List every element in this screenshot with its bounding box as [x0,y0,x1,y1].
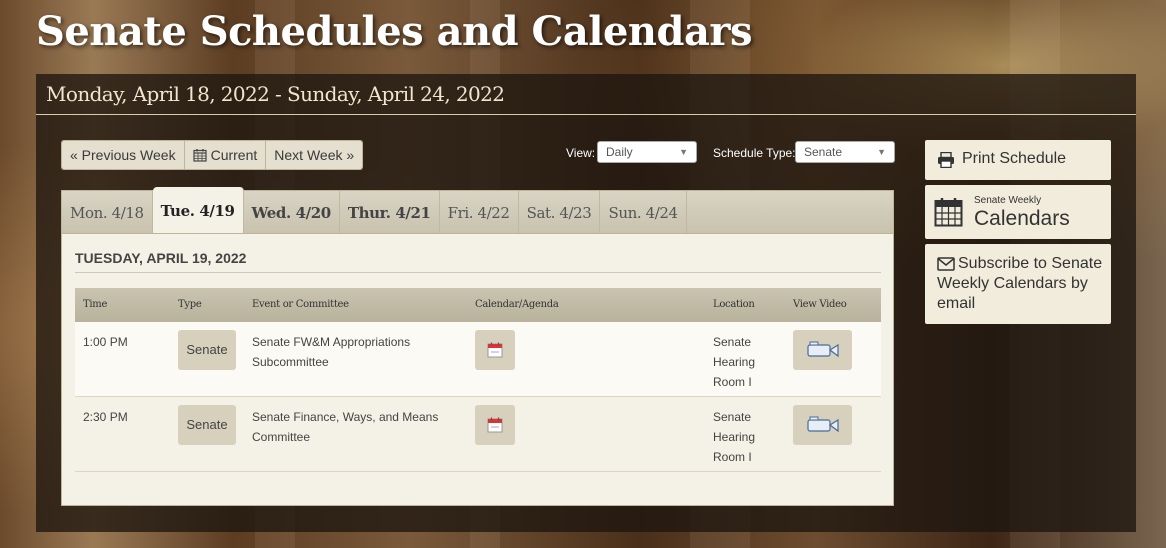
weekly-calendars-small-label: Senate Weekly [974,195,1042,206]
schedule-type-value: Senate [804,145,843,159]
calendar-icon [487,342,503,358]
chevron-down-icon: ▼ [679,147,688,157]
printer-icon [938,152,954,168]
table-row: 1:00 PM Senate Senate FW&M Appropriation… [75,322,881,397]
print-schedule-button[interactable]: Print Schedule [925,140,1111,180]
subscribe-line: Weekly Calendars by [937,275,1088,292]
location-line: Senate [713,410,752,424]
subscribe-label: Subscribe to Senate Weekly Calendars by … [937,254,1102,314]
video-camera-icon [806,341,839,358]
event-line: Senate Finance, Ways, and Means [252,410,439,424]
divider [75,272,881,273]
agenda-button[interactable] [475,405,515,445]
type-button[interactable]: Senate [178,405,236,445]
weekly-calendars-button[interactable]: Senate Weekly Calendars [925,185,1111,239]
schedule-type-label: Schedule Type: [713,146,796,160]
header-calendar: Calendar/Agenda [475,299,559,310]
view-select-value: Daily [606,145,633,159]
day-heading: TUESDAY, APRIL 19, 2022 [75,250,247,266]
location-line: Hearing [713,355,756,369]
schedule-type-select[interactable]: Senate ▼ [795,141,895,163]
location-line: Senate [713,335,752,349]
row-time: 2:30 PM [83,410,128,424]
tab-thu[interactable]: Thur. 4/21 [340,191,440,233]
row-location: Senate Hearing Room I [713,407,755,467]
header-video: View Video [793,299,847,310]
row-event: Senate Finance, Ways, and Means Committe… [252,407,438,447]
row-event: Senate FW&M Appropriations Subcommittee [252,332,410,372]
print-schedule-label: Print Schedule [962,150,1067,167]
current-week-button[interactable]: Current [184,141,267,169]
view-video-button[interactable] [793,330,852,370]
location-line: Room I [713,375,752,389]
tab-sun[interactable]: Sun. 4/24 [600,191,687,233]
event-line: Subcommittee [252,355,329,369]
weekly-calendars-large-label: Calendars [974,207,1070,230]
subscribe-line: email [937,295,976,312]
week-nav: « Previous Week Current Next Week » [61,140,364,170]
day-content: TUESDAY, APRIL 19, 2022 Time Type Event … [61,234,894,506]
header-event: Event or Committee [252,299,349,310]
agenda-button[interactable] [475,330,515,370]
row-time: 1:00 PM [83,335,128,349]
calendar-icon [192,149,207,162]
divider [36,114,1136,115]
tab-fri[interactable]: Fri. 4/22 [440,191,519,233]
type-button[interactable]: Senate [178,330,236,370]
video-camera-icon [806,416,839,433]
day-tabs: Mon. 4/18 Tue. 4/19 Wed. 4/20 Thur. 4/21… [61,187,894,234]
location-line: Room I [713,450,752,464]
subscribe-email-button[interactable]: Subscribe to Senate Weekly Calendars by … [925,244,1111,324]
view-video-button[interactable] [793,405,852,445]
event-line: Committee [252,430,311,444]
schedule-panel: Monday, April 18, 2022 - Sunday, April 2… [36,74,1136,532]
calendar-icon [487,417,503,433]
tab-sat[interactable]: Sat. 4/23 [519,191,601,233]
page-title: Senate Schedules and Calendars [36,8,752,55]
tab-tue[interactable]: Tue. 4/19 [152,187,244,233]
tab-wed[interactable]: Wed. 4/20 [244,191,340,233]
schedule-table: Time Type Event or Committee Calendar/Ag… [75,288,881,472]
table-header: Time Type Event or Committee Calendar/Ag… [75,288,881,322]
header-location: Location [713,299,755,310]
calendar-icon [934,198,963,227]
chevron-down-icon: ▼ [877,147,886,157]
week-range: Monday, April 18, 2022 - Sunday, April 2… [46,82,505,106]
view-label: View: [566,146,596,160]
header-time: Time [83,299,108,310]
previous-week-button[interactable]: « Previous Week [62,141,185,169]
tab-mon[interactable]: Mon. 4/18 [62,191,153,233]
subscribe-line: Subscribe to Senate [958,255,1103,272]
view-select[interactable]: Daily ▼ [597,141,697,163]
table-row: 2:30 PM Senate Senate Finance, Ways, and… [75,397,881,472]
next-week-button[interactable]: Next Week » [266,141,363,169]
event-line: Senate FW&M Appropriations [252,335,411,349]
row-location: Senate Hearing Room I [713,332,755,392]
location-line: Hearing [713,430,756,444]
header-type: Type [178,299,202,310]
current-week-label: Current [210,147,258,163]
